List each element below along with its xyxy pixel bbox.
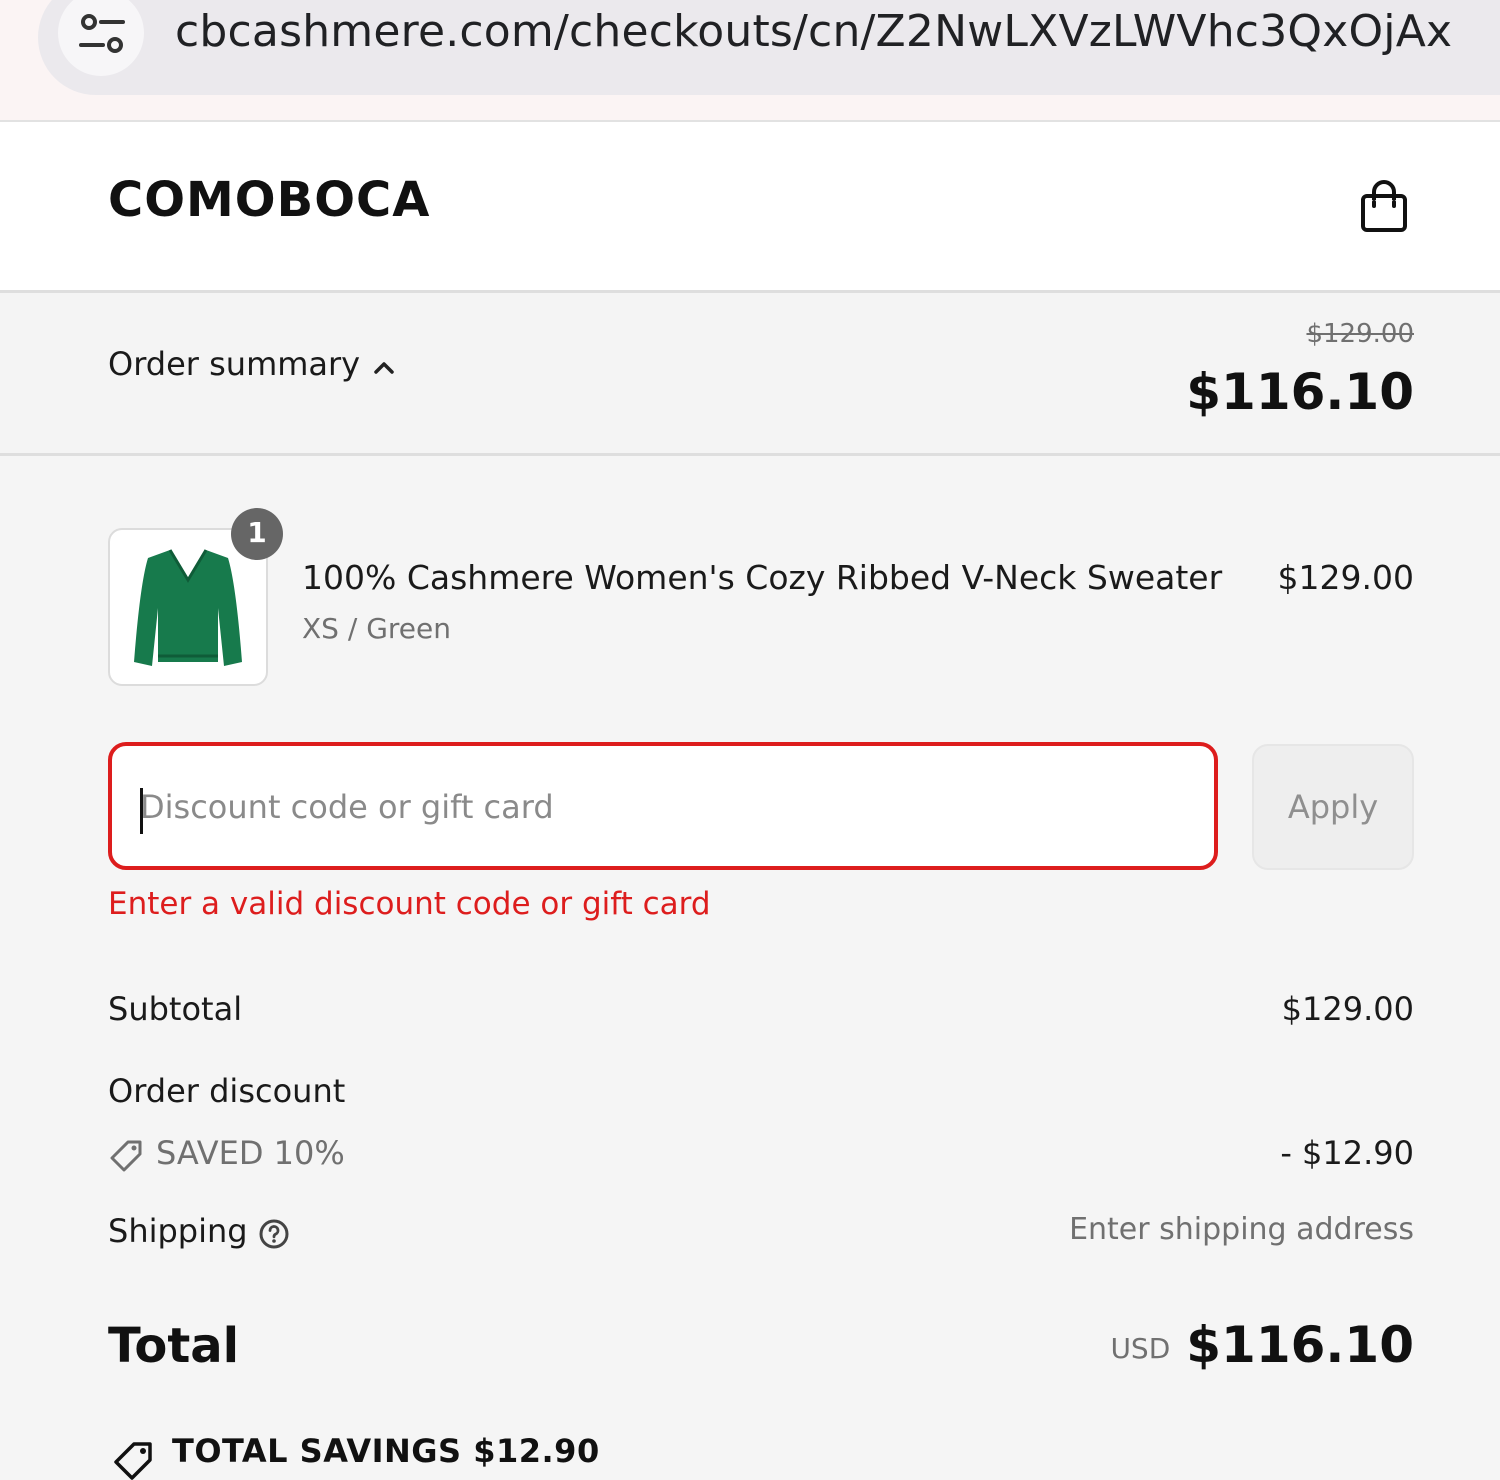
apply-button[interactable]: Apply: [1252, 744, 1414, 870]
sweater-image: [134, 549, 242, 666]
shopping-bag-icon[interactable]: [1358, 178, 1410, 234]
order-summary-label[interactable]: Order summary: [108, 345, 360, 383]
chevron-up-icon[interactable]: [372, 359, 396, 375]
url-text[interactable]: cbcashmere.com/checkouts/cn/Z2NwLXVzLWVh…: [175, 6, 1452, 57]
discount-input[interactable]: [138, 746, 1192, 868]
discount-field[interactable]: [108, 742, 1218, 870]
browser-address-bar: cbcashmere.com/checkouts/cn/Z2NwLXVzLWVh…: [0, 0, 1500, 120]
total-label: Total: [108, 1318, 240, 1374]
quantity-badge: 1: [231, 508, 283, 560]
product-price: $129.00: [1277, 558, 1414, 597]
shipping-value: Enter shipping address: [1069, 1212, 1414, 1247]
savings-tag-icon: [114, 1442, 152, 1480]
product-variant: XS / Green: [302, 612, 451, 645]
help-circle-icon[interactable]: [258, 1218, 290, 1250]
original-price: $129.00: [1306, 319, 1414, 349]
currency-code: USD: [1110, 1332, 1171, 1365]
order-summary-toggle[interactable]: Order summary $129.00 $116.10: [0, 293, 1500, 456]
total-savings-label: TOTAL SAVINGS $12.90: [172, 1432, 600, 1470]
subtotal-value: $129.00: [1281, 990, 1414, 1028]
total-amount: USD $116.10: [1110, 1316, 1414, 1374]
store-logo[interactable]: COMOBOCA: [108, 172, 430, 228]
total-value: $116.10: [1186, 1316, 1414, 1374]
summary-total-price: $116.10: [1186, 363, 1414, 421]
discount-tag-icon: [110, 1140, 142, 1172]
discount-value: - $12.90: [1280, 1134, 1414, 1172]
discount-error-message: Enter a valid discount code or gift card: [108, 886, 711, 922]
store-header: COMOBOCA: [0, 122, 1500, 293]
shipping-label: Shipping: [108, 1212, 248, 1250]
saved-discount-label: SAVED 10%: [156, 1134, 345, 1172]
order-discount-label: Order discount: [108, 1072, 346, 1110]
text-caret: [140, 788, 143, 834]
subtotal-label: Subtotal: [108, 990, 243, 1028]
tune-icon: [79, 14, 125, 53]
product-title: 100% Cashmere Women's Cozy Ribbed V-Neck…: [302, 558, 1223, 597]
